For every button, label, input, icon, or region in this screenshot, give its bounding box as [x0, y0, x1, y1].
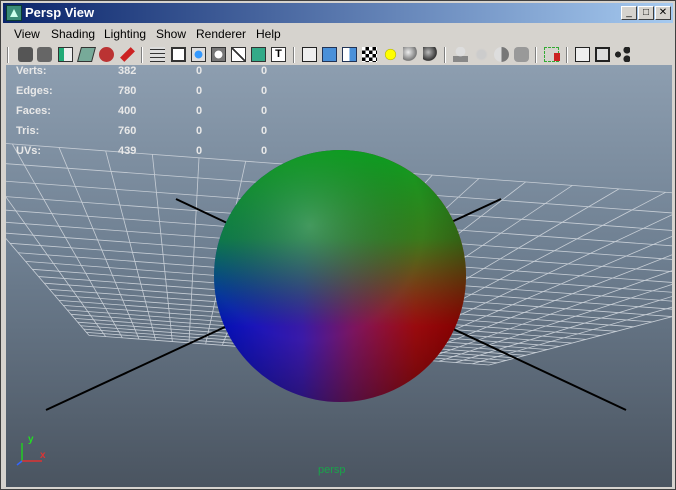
camera-name-label: persp [318, 464, 346, 476]
hud-value: 0 [261, 105, 268, 117]
axis-x-label: x [40, 450, 46, 461]
xray-joints-icon[interactable] [453, 47, 468, 62]
film-gate-icon[interactable] [171, 47, 186, 62]
persp-viewport[interactable]: Verts: 382 0 0 Edges: 780 0 0 Faces: 400… [6, 65, 672, 487]
toolbar-grip [7, 47, 9, 63]
hud-value: 0 [196, 65, 203, 77]
isolate-icon[interactable] [99, 47, 114, 62]
hud-value: 400 [118, 105, 137, 117]
toolbar-separator [566, 47, 568, 63]
xray-icon[interactable] [474, 47, 489, 62]
image-plane-icon[interactable] [76, 47, 97, 62]
resolution-gate-icon[interactable] [191, 47, 206, 62]
hud-value: 0 [196, 125, 203, 137]
hypergraph-icon[interactable] [615, 47, 630, 62]
toolbar-separator [444, 47, 446, 63]
hud-value: 0 [196, 145, 203, 157]
hud-value: 780 [118, 85, 137, 97]
shadow-icon[interactable] [423, 47, 438, 62]
wireframe-cube-icon[interactable] [302, 47, 317, 62]
gate-mask-icon[interactable] [211, 47, 226, 62]
window-title: Persp View [25, 5, 95, 20]
bookmark-icon[interactable] [58, 47, 73, 62]
smooth-shade-cube-icon[interactable] [322, 47, 337, 62]
menu-help[interactable]: Help [256, 27, 281, 41]
hud-value: 0 [196, 85, 203, 97]
frame-all-icon[interactable] [575, 47, 590, 62]
menu-lighting[interactable]: Lighting [104, 27, 146, 41]
smooth-preview-icon[interactable] [514, 47, 529, 62]
hud-value: 382 [118, 65, 137, 77]
viewport-scene [6, 143, 672, 411]
hud-value: 0 [261, 125, 268, 137]
maya-app-icon [6, 5, 22, 21]
camera-icon[interactable] [18, 47, 33, 62]
close-button[interactable]: ✕ [655, 6, 671, 20]
cursor-arrow-icon [554, 53, 560, 61]
toolbar-separator [293, 47, 295, 63]
camera-attributes-icon[interactable] [37, 47, 52, 62]
flat-shade-cube-icon[interactable] [342, 47, 357, 62]
menu-bar: View Shading Lighting Show Renderer Help [3, 24, 673, 44]
hud-value: 0 [261, 145, 268, 157]
safe-action-icon[interactable] [251, 47, 266, 62]
menu-renderer[interactable]: Renderer [196, 27, 246, 41]
hud-value: 0 [261, 85, 268, 97]
toolbar-separator [141, 47, 143, 63]
panel-toolbar: T [3, 44, 673, 66]
hud-label: Verts: [16, 65, 47, 77]
hud-label: Faces: [16, 105, 51, 117]
hud-label: Edges: [16, 85, 53, 97]
axis-y-label: y [28, 434, 34, 445]
hud-value: 0 [196, 105, 203, 117]
hud-value: 439 [118, 145, 137, 157]
hud-value: 760 [118, 125, 137, 137]
persp-view-window: Persp View _ □ ✕ View Shading Lighting S… [0, 0, 676, 490]
menu-show[interactable]: Show [156, 27, 186, 41]
grid-icon[interactable] [150, 47, 165, 62]
safe-title-icon[interactable]: T [271, 47, 286, 62]
toolbar-separator [535, 47, 537, 63]
pencil-icon[interactable] [120, 47, 135, 62]
isolate-select-icon[interactable] [595, 47, 610, 62]
backface-icon[interactable] [494, 47, 509, 62]
hud-label: UVs: [16, 145, 42, 157]
hud-label: Tris: [16, 125, 40, 137]
title-bar[interactable]: Persp View _ □ ✕ [3, 3, 673, 23]
sphere-object[interactable] [214, 150, 466, 402]
hud-value: 0 [261, 65, 268, 77]
default-light-icon[interactable] [383, 47, 398, 62]
all-lights-icon[interactable] [403, 47, 418, 62]
field-chart-icon[interactable] [231, 47, 246, 62]
checker-icon[interactable] [362, 47, 377, 62]
menu-view[interactable]: View [14, 27, 40, 41]
minimize-button[interactable]: _ [621, 6, 637, 20]
menu-shading[interactable]: Shading [51, 27, 95, 41]
maximize-button[interactable]: □ [638, 6, 654, 20]
